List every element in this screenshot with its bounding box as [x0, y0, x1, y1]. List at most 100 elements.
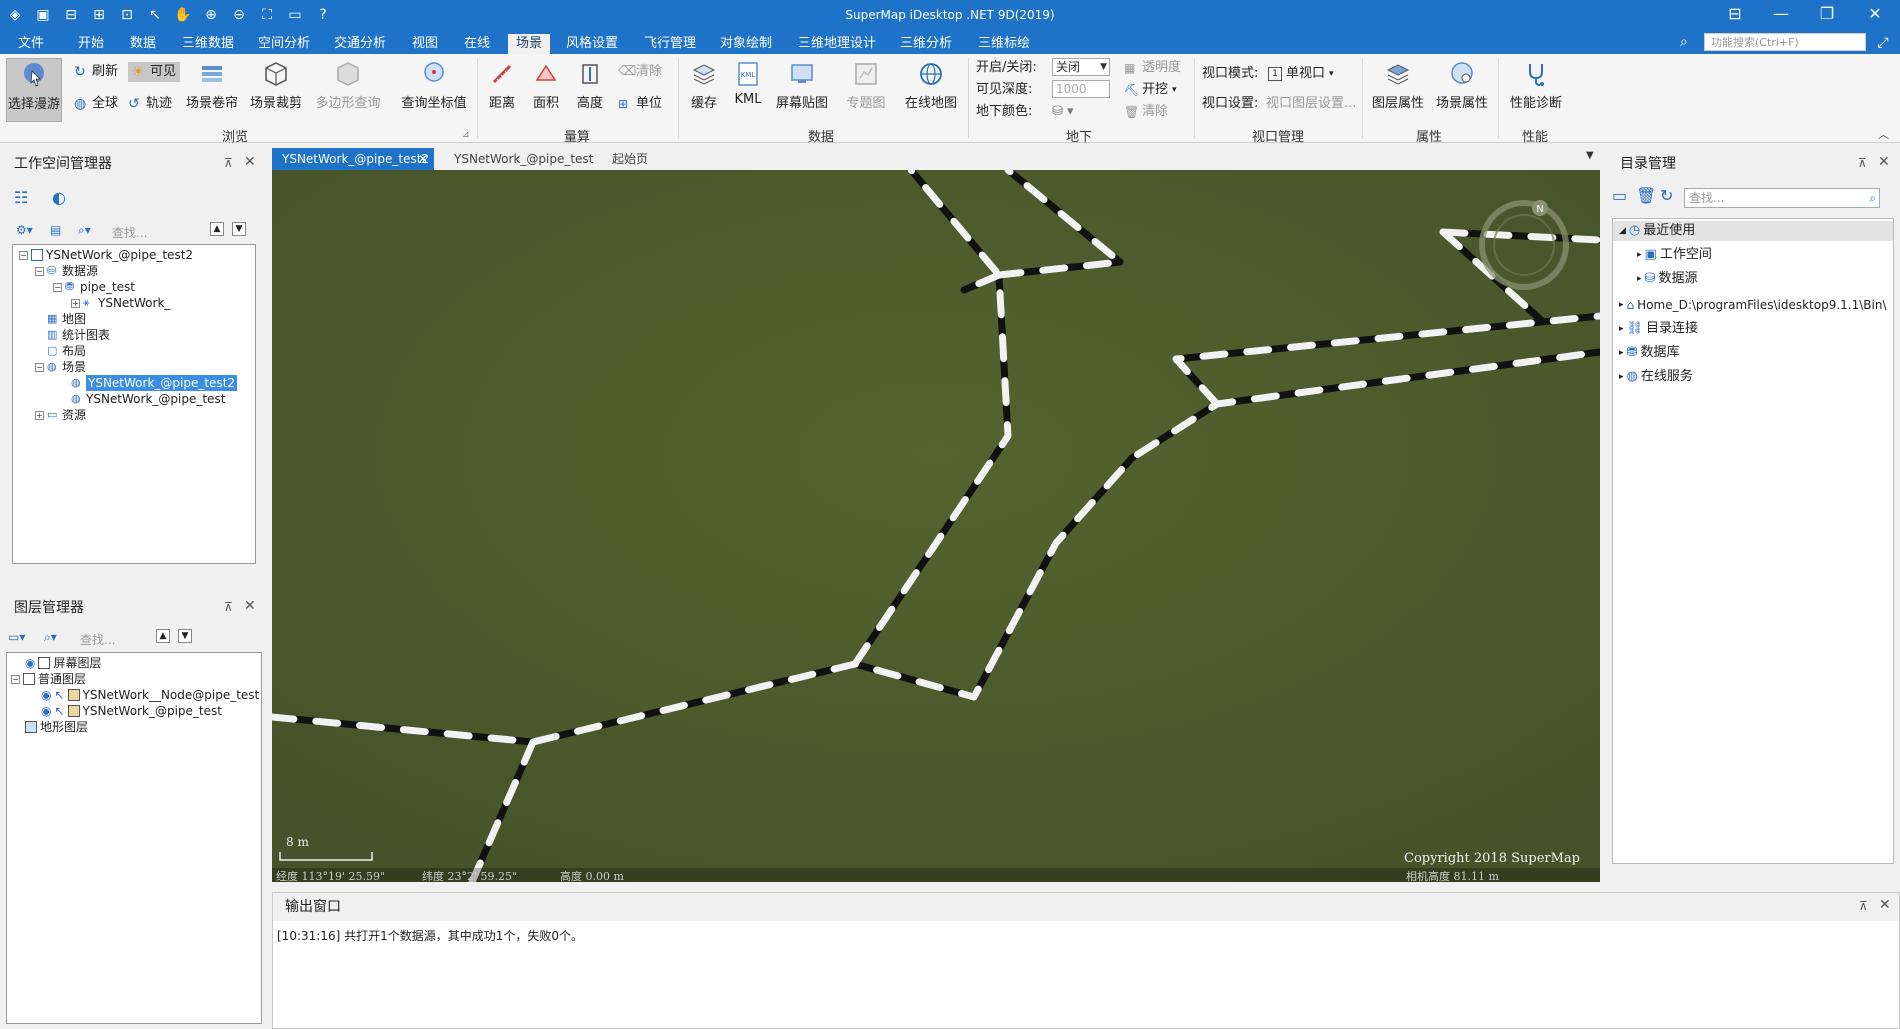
tab-file[interactable]: 文件 — [10, 34, 52, 54]
tree-item-scene-test2[interactable]: ◍ YSNetWork_@pipe_test2 — [71, 375, 238, 391]
tab-start[interactable]: 开始 — [70, 34, 112, 54]
catalog-search-input[interactable]: 查找... ⌕ — [1684, 188, 1880, 208]
search-down-icon[interactable]: ▼ — [232, 222, 246, 236]
search-icon[interactable]: ⌕▾ — [78, 223, 91, 238]
tab-online[interactable]: 在线 — [456, 34, 498, 54]
close-icon[interactable]: ✕ — [1878, 154, 1890, 170]
tab-start-page[interactable]: 起始页 — [602, 148, 658, 170]
tab-3d-data[interactable]: 三维数据 — [174, 34, 242, 54]
tab-spatial-analysis[interactable]: 空间分析 — [250, 34, 318, 54]
eye-icon[interactable]: ◉ — [25, 655, 35, 671]
expand-arrow-icon[interactable]: ▸ — [1637, 271, 1642, 287]
measure-clear-button[interactable]: ⌫ 清除 — [618, 62, 662, 82]
collapse-icon[interactable]: − — [35, 362, 44, 372]
screen-map-button[interactable]: 屏幕贴图 — [770, 58, 834, 118]
performance-diagnose-button[interactable]: 性能诊断 — [1504, 58, 1568, 118]
collapse-ribbon-icon[interactable]: ︿ — [1878, 126, 1889, 142]
search-down-icon[interactable]: ▼ — [178, 629, 192, 643]
unit-button[interactable]: ⊞ 单位 — [618, 94, 662, 114]
thematic-map-button[interactable]: 专题图 — [838, 58, 894, 118]
tree-item-ysnetwork-dataset[interactable]: + ⚹ YSNetWork_ — [71, 295, 170, 311]
tab-scene-test[interactable]: YSNetWork_@pipe_test — [444, 148, 603, 170]
tree-item-pipe-test[interactable]: − ⛃ pipe_test — [53, 279, 135, 295]
workspace-search-input[interactable]: 查找... — [112, 224, 147, 241]
cache-button[interactable]: 缓存 — [682, 58, 726, 118]
workspace-tab2-icon[interactable]: ◐ — [52, 188, 66, 207]
tree-item-normal-layers[interactable]: − 普通图层 — [11, 671, 86, 687]
tree-item-datasources[interactable]: − ⛁ 数据源 — [35, 263, 98, 279]
tab-scene-test2[interactable]: YSNetWork_@pipe_test2 ✕ — [272, 148, 434, 170]
ribbon-display-icon[interactable]: ⊟ — [1720, 4, 1750, 23]
tree-item-recent[interactable]: ◢ ◷ 最近使用 — [1619, 223, 1695, 239]
select-roam-button[interactable]: 选择漫游 — [6, 58, 62, 122]
search-up-icon[interactable]: ▲ — [156, 629, 170, 643]
expand-icon[interactable]: + — [35, 410, 44, 420]
expand-arrow-icon[interactable]: ▸ — [1619, 369, 1624, 385]
tree-item-scenes[interactable]: − ◍ 场景 — [35, 359, 86, 375]
viewport-layer-settings-button[interactable]: 视口图层设置... — [1266, 94, 1356, 114]
tab-style-settings[interactable]: 风格设置 — [558, 34, 626, 54]
collapse-arrow-icon[interactable]: ◢ — [1619, 223, 1626, 239]
expand-arrow-icon[interactable]: ▸ — [1619, 297, 1624, 313]
viewport-mode-dropdown[interactable]: 1 单视口 ▾ — [1268, 64, 1334, 84]
visible-button[interactable]: ☀ 可见 — [128, 62, 181, 82]
area-button[interactable]: 面积 — [524, 58, 568, 118]
search-icon[interactable]: ⌕ — [1869, 189, 1876, 207]
save-workspace-icon[interactable]: ▤ — [50, 223, 61, 237]
tab-list-dropdown-icon[interactable]: ▼ — [1586, 150, 1594, 161]
tab-data[interactable]: 数据 — [122, 34, 164, 54]
height-button[interactable]: 高度 — [568, 58, 612, 118]
layer-properties-button[interactable]: 图层属性 — [1368, 58, 1428, 118]
tab-traffic-analysis[interactable]: 交通分析 — [326, 34, 394, 54]
pin-icon[interactable]: ⊼ — [224, 156, 233, 170]
tree-item-charts[interactable]: ▥ 统计图表 — [47, 327, 110, 343]
refresh-icon[interactable]: ↻ — [1660, 186, 1673, 205]
tab-3d-analysis[interactable]: 三维分析 — [892, 34, 960, 54]
close-icon[interactable]: ✕ — [1879, 897, 1891, 913]
scene-clip-button[interactable]: 场景裁剪 — [248, 58, 304, 118]
eye-icon[interactable]: ◉ — [41, 687, 51, 703]
excavate-button[interactable]: ⛏ 开挖 ▾ — [1124, 80, 1177, 100]
tree-item-home[interactable]: ▸ ⌂ Home_D:\programFiles\idesktop9.1.1\Bin… — [1619, 297, 1887, 313]
close-icon[interactable]: ✕ — [244, 598, 256, 614]
selectable-icon[interactable]: ↖ — [54, 703, 64, 719]
tree-item-maps[interactable]: ▦ 地图 — [47, 311, 86, 327]
expand-arrow-icon[interactable]: ▸ — [1619, 345, 1624, 361]
globe-button[interactable]: ◍ 全球 — [74, 94, 118, 114]
refresh-button[interactable]: ↻ 刷新 — [74, 62, 118, 82]
layer-menu-icon[interactable]: ▭▾ — [8, 630, 25, 644]
online-map-button[interactable]: 在线地图 — [900, 58, 962, 118]
visible-depth-input[interactable]: 1000 — [1052, 80, 1110, 98]
transparency-button[interactable]: ▦ 透明度 — [1124, 58, 1181, 78]
distance-button[interactable]: 距离 — [480, 58, 524, 118]
expand-arrow-icon[interactable]: ▸ — [1637, 247, 1642, 263]
tree-item-terrain-layers[interactable]: 地形图层 — [25, 719, 88, 735]
eye-icon[interactable]: ◉ — [41, 703, 51, 719]
polygon-query-button[interactable]: 多边形查询 — [312, 58, 384, 118]
workspace-tree-icon[interactable]: ☷ — [14, 188, 28, 207]
close-icon[interactable]: ✕ — [244, 154, 256, 170]
layer-search-input[interactable]: 查找... — [80, 631, 115, 648]
tree-item-database[interactable]: ▸ ⛃ 数据库 — [1619, 345, 1679, 361]
close-icon[interactable]: ✕ — [418, 148, 428, 170]
tree-item-online-service[interactable]: ▸ ◍ 在线服务 — [1619, 369, 1693, 385]
new-folder-icon[interactable]: ▭ — [1612, 186, 1627, 205]
pin-icon[interactable]: ⊼ — [1858, 156, 1867, 170]
collapse-icon[interactable]: − — [11, 674, 20, 684]
tab-3d-geo-design[interactable]: 三维地理设计 — [790, 34, 884, 54]
tab-object-drawing[interactable]: 对象绘制 — [712, 34, 780, 54]
expand-icon[interactable]: + — [71, 298, 80, 308]
tab-3d-plotting[interactable]: 三维标绘 — [970, 34, 1038, 54]
tree-item-dir-connection[interactable]: ▸ ⛓ 目录连接 — [1619, 321, 1698, 337]
paint-bucket-icon[interactable]: ⛁ ▾ — [1052, 102, 1074, 122]
expand-arrow-icon[interactable]: ▸ — [1619, 321, 1624, 337]
kml-button[interactable]: KML KML — [726, 58, 770, 118]
tree-item-recent-datasource[interactable]: ▸ ⛁ 数据源 — [1637, 271, 1697, 287]
tree-item-scene-test[interactable]: ◍ YSNetWork_@pipe_test — [71, 391, 225, 407]
delete-icon[interactable]: 🗑 — [1636, 186, 1656, 205]
minimize-icon[interactable]: — — [1766, 4, 1796, 23]
collapse-icon[interactable]: − — [19, 250, 28, 260]
pin-icon[interactable]: ⊼ — [224, 600, 233, 614]
tree-item-resources[interactable]: + ▭ 资源 — [35, 407, 86, 423]
search-up-icon[interactable]: ▲ — [210, 222, 224, 236]
